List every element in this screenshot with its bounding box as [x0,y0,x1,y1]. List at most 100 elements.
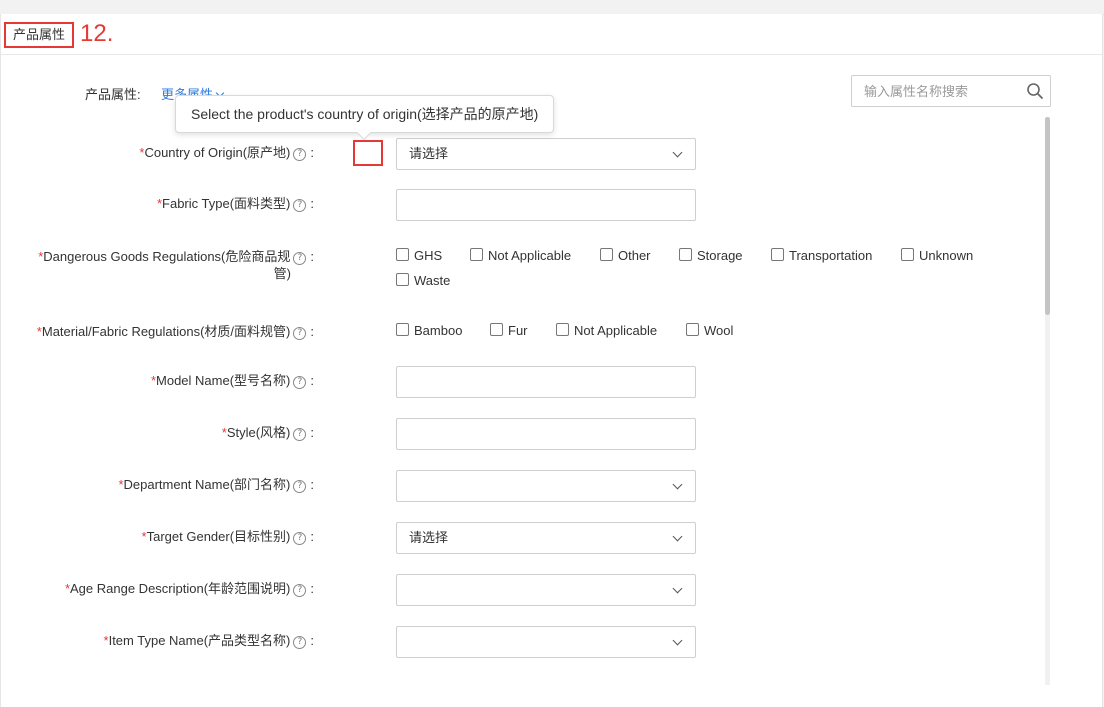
colon: : [310,633,314,648]
field-row-item-type-name: *Item Type Name(产品类型名称)?: [0,626,1040,658]
fabric-type-input[interactable] [396,189,696,221]
age-range-select[interactable] [396,574,696,606]
help-icon[interactable]: ? [293,428,307,441]
field-row-material-regulations: *Material/Fabric Regulations(材质/面料规管)?: … [0,322,1040,342]
field-label-text: Material/Fabric Regulations(材质/面料规管) [41,324,291,339]
checkbox-not-applicable[interactable]: Not Applicable [470,248,571,264]
field-row-model-name: *Model Name(型号名称)?: [0,366,1040,398]
checkbox-label: Storage [697,248,743,263]
field-row-department-name: *Department Name(部门名称)?: [0,470,1040,502]
card-header: 产品属性 12. [1,14,1102,55]
item-type-name-select[interactable] [396,626,696,658]
colon: : [310,477,314,492]
target-gender-select[interactable]: 请选择 [396,522,696,554]
colon: : [310,529,314,544]
checkbox[interactable] [679,248,692,262]
checkbox-fur[interactable]: Fur [490,323,528,339]
attributes-label: 产品属性: [85,87,141,102]
department-name-select[interactable] [396,470,696,502]
checkbox[interactable] [470,248,483,262]
attribute-search[interactable] [851,75,1051,107]
checkbox[interactable] [396,273,409,287]
field-label-text: Target Gender(目标性别) [146,529,291,544]
checkbox-transportation[interactable]: Transportation [771,248,872,264]
checkbox-label: Transportation [789,248,873,263]
colon: : [310,196,314,211]
section-title: 产品属性 [4,22,74,48]
field-label-text: Fabric Type(面料类型) [162,196,291,211]
checkbox-not-applicable[interactable]: Not Applicable [556,323,657,339]
help-icon[interactable]: ? [293,252,307,265]
help-icon[interactable]: ? [293,532,307,545]
select-value: 请选择 [409,530,449,545]
help-icon[interactable]: ? [293,584,307,597]
field-label: *Style(风格)?: [222,424,314,442]
top-strip [0,0,1104,15]
checkbox-unknown[interactable]: Unknown [901,248,973,264]
checkbox[interactable] [556,323,569,337]
scrollbar-thumb[interactable] [1045,117,1050,315]
checkbox[interactable] [396,323,409,337]
help-icon[interactable]: ? [293,480,307,493]
colon: : [310,324,314,339]
checkbox-waste[interactable]: Waste [396,273,450,289]
checkbox-storage[interactable]: Storage [679,248,743,264]
checkbox-wool[interactable]: Wool [686,323,733,339]
checkbox-label: Fur [508,323,528,338]
checkbox[interactable] [600,248,613,262]
style-input[interactable] [396,418,696,450]
field-label: *Target Gender(目标性别)?: [142,528,314,546]
select-value: 请选择 [409,146,449,161]
help-icon[interactable]: ? [293,199,307,212]
help-icon[interactable]: ? [293,327,307,340]
field-label-text: Dangerous Goods Regulations(危险商品规 [43,249,291,264]
checkbox-label: Bamboo [414,323,463,338]
help-icon[interactable]: ? [293,636,307,649]
field-label-text: Model Name(型号名称) [156,373,291,388]
colon: : [310,425,314,440]
field-label: *Department Name(部门名称)?: [118,476,314,494]
checkbox-ghs[interactable]: GHS [396,248,442,264]
field-row-dangerous-goods: *Dangerous Goods Regulations(危险商品规?: 管) … [0,247,1040,291]
field-label: *Dangerous Goods Regulations(危险商品规?: [38,248,314,266]
field-row-age-range: *Age Range Description(年龄范围说明)?: [0,574,1040,606]
field-row-target-gender: *Target Gender(目标性别)?: 请选择 [0,522,1040,554]
field-label: *Age Range Description(年龄范围说明)?: [65,580,314,598]
field-label: *Fabric Type(面料类型)?: [157,195,314,213]
annotation-number: 12. [80,20,114,47]
checkbox-bamboo[interactable]: Bamboo [396,323,462,339]
field-label-text: Item Type Name(产品类型名称) [108,633,291,648]
attribute-search-input[interactable] [852,76,1018,106]
field-row-style: *Style(风格)?: [0,418,1040,450]
checkbox-label: Not Applicable [574,323,658,338]
help-icon[interactable]: ? [293,376,307,389]
checkbox-label: Not Applicable [488,248,572,263]
chevron-down-icon [672,479,683,490]
checkbox[interactable] [686,323,699,337]
country-of-origin-select[interactable]: 请选择 [396,138,696,170]
field-label-text: Style(风格) [226,425,291,440]
checkbox-label: Waste [414,273,451,288]
checkbox-label: Wool [704,323,734,338]
chevron-down-icon [672,531,683,542]
field-row-fabric-type: *Fabric Type(面料类型)?: [0,189,1040,221]
field-label: *Item Type Name(产品类型名称)?: [104,632,314,650]
chevron-down-icon [672,147,683,158]
help-icon[interactable]: ? [293,148,307,161]
colon: : [310,249,314,264]
field-row-country-of-origin: *Country of Origin(原产地)?: 请选择 [0,138,1040,170]
checkbox[interactable] [396,248,409,262]
search-icon[interactable] [1026,82,1044,100]
checkbox-label: GHS [414,248,443,263]
chevron-down-icon [672,635,683,646]
field-label: *Material/Fabric Regulations(材质/面料规管)?: [37,323,314,341]
field-label-text: Country of Origin(原产地) [144,145,291,160]
checkbox-other[interactable]: Other [600,248,651,264]
colon: : [310,145,314,160]
checkbox[interactable] [771,248,784,262]
checkbox[interactable] [490,323,503,337]
checkbox[interactable] [901,248,914,262]
model-name-input[interactable] [396,366,696,398]
field-label-continued: 管) [273,266,291,281]
checkbox-label: Other [618,248,651,263]
